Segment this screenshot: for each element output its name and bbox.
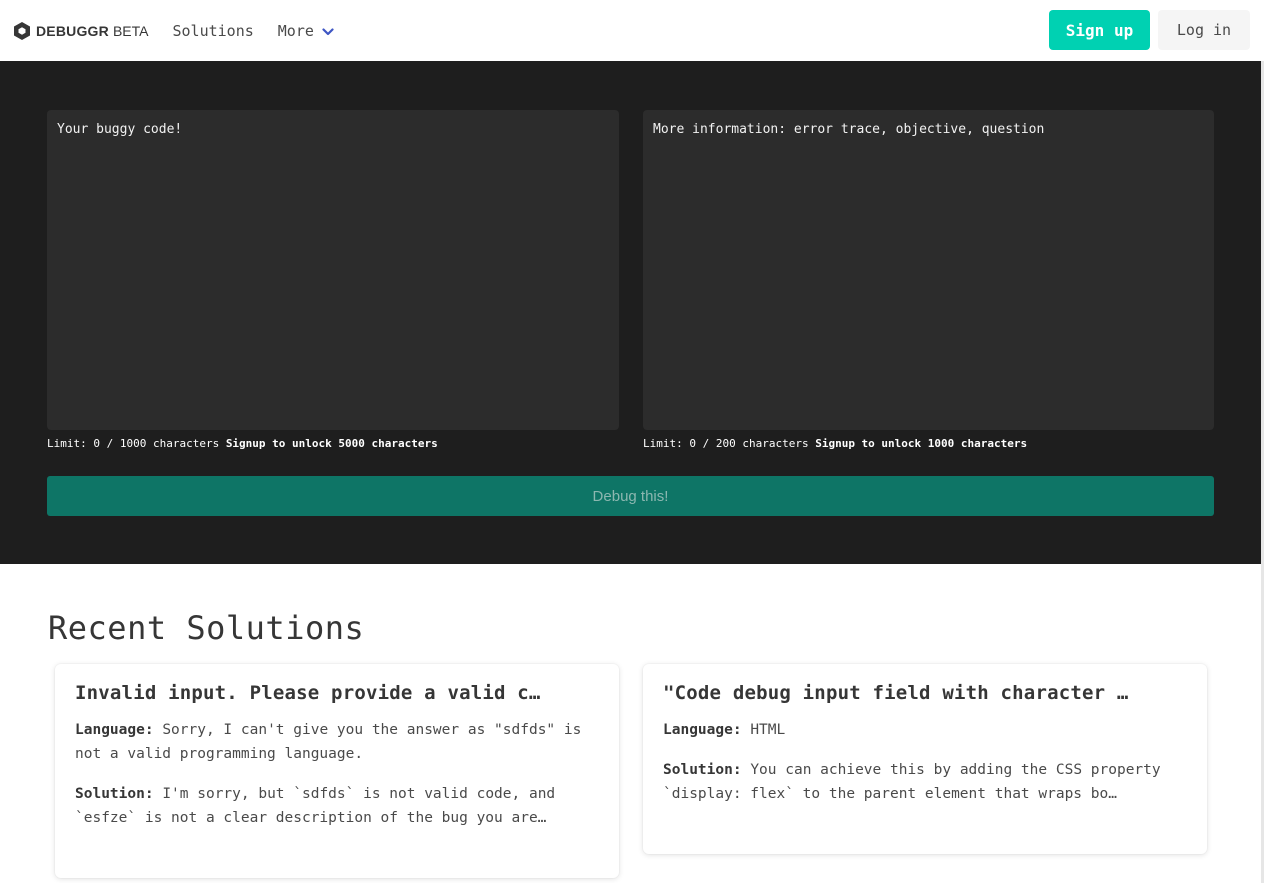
language-key: Language:	[663, 722, 742, 738]
chevron-down-icon	[322, 22, 334, 40]
auth-buttons: Sign up Log in	[1049, 10, 1250, 50]
code-char-limit: Limit: 0 / 1000 characters Signup to unl…	[47, 437, 438, 450]
nav-more-label: More	[277, 21, 314, 40]
solution-card-language: Language: Sorry, I can't give you the an…	[75, 718, 599, 766]
recent-solutions-title: Recent Solutions	[48, 609, 365, 647]
solution-card[interactable]: Invalid input. Please provide a valid c……	[55, 664, 619, 878]
solution-key: Solution:	[75, 786, 154, 802]
solution-card-solution: Solution: You can achieve this by adding…	[663, 758, 1187, 806]
debug-button[interactable]: Debug this!	[47, 476, 1214, 516]
language-value: HTML	[750, 722, 786, 738]
recent-solutions-section: Recent Solutions Invalid input. Please p…	[0, 564, 1264, 883]
solution-key: Solution:	[663, 762, 742, 778]
login-button[interactable]: Log in	[1158, 10, 1250, 50]
solution-card-title: Invalid input. Please provide a valid c…	[75, 682, 541, 704]
info-unlock-link[interactable]: Signup to unlock 1000 characters	[815, 437, 1027, 450]
solution-card[interactable]: "Code debug input field with character ……	[643, 664, 1207, 854]
brand[interactable]: DEBUGGR BETA	[13, 21, 149, 41]
solution-card-title: "Code debug input field with character …	[663, 682, 1129, 704]
info-limit-text: Limit: 0 / 200 characters	[643, 437, 809, 450]
nav-solutions-link[interactable]: Solutions	[173, 22, 254, 40]
debug-form-section: Limit: 0 / 1000 characters Signup to unl…	[0, 61, 1264, 564]
beta-badge: BETA	[112, 22, 149, 39]
nav-solutions-label: Solutions	[172, 21, 254, 40]
info-input[interactable]	[643, 110, 1214, 430]
language-key: Language:	[75, 722, 154, 738]
solution-card-language: Language: HTML	[663, 718, 1187, 742]
brand-name: DEBUGGR	[36, 22, 109, 39]
nav-more-dropdown[interactable]: More	[278, 22, 334, 40]
info-char-limit: Limit: 0 / 200 characters Signup to unlo…	[643, 437, 1027, 450]
signup-button[interactable]: Sign up	[1049, 10, 1150, 50]
hexagon-logo-icon	[13, 21, 31, 41]
code-unlock-link[interactable]: Signup to unlock 5000 characters	[226, 437, 438, 450]
solution-card-solution: Solution: I'm sorry, but `sdfds` is not …	[75, 782, 599, 830]
code-limit-text: Limit: 0 / 1000 characters	[47, 437, 220, 450]
code-input[interactable]	[47, 110, 619, 430]
navbar: DEBUGGR BETA Solutions More Sign up Log …	[0, 0, 1264, 61]
